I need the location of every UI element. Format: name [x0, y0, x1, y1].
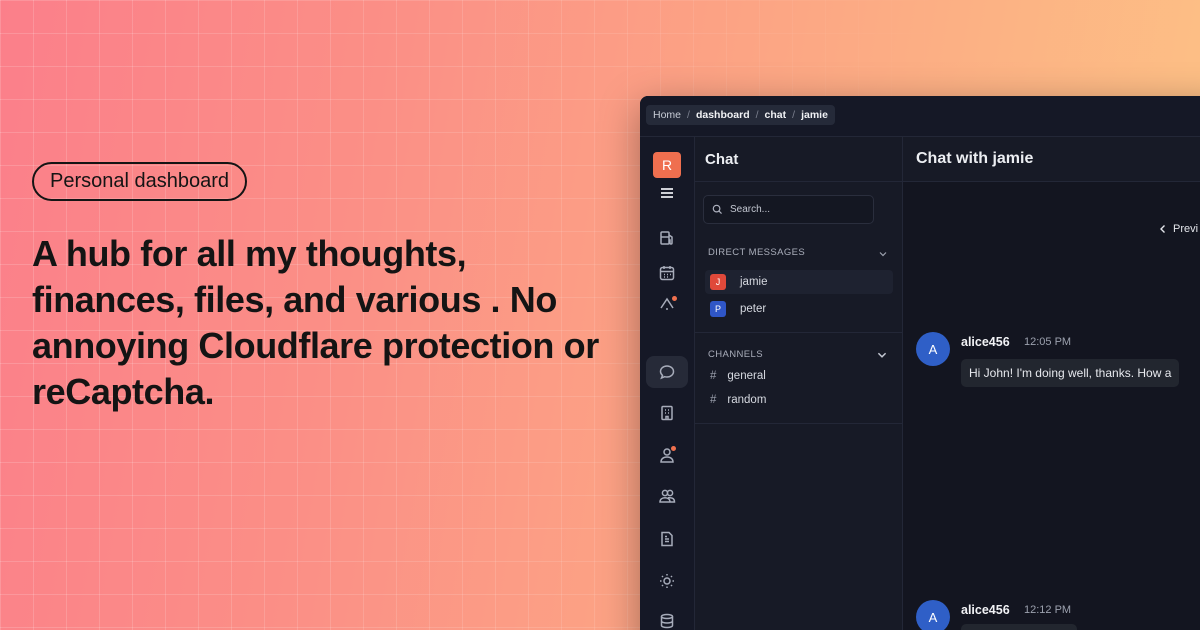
- database-icon[interactable]: [646, 605, 688, 630]
- sidebar-title: Chat: [695, 137, 902, 182]
- message-time: 12:05 PM: [1024, 336, 1072, 348]
- icon-rail: R: [640, 137, 695, 630]
- chevron-left-icon: [1160, 225, 1165, 233]
- fuel-icon[interactable]: [646, 222, 688, 254]
- breadcrumb-separator: /: [755, 109, 759, 121]
- sun-icon[interactable]: [646, 565, 688, 597]
- users-icon[interactable]: [646, 480, 688, 512]
- search-icon: [712, 204, 722, 214]
- message-bubble: [961, 624, 1077, 630]
- channel-item-general[interactable]: # general: [710, 370, 766, 382]
- top-bar: Home / dashboard / chat / jamie: [640, 96, 1200, 137]
- search-placeholder: Search...: [730, 204, 771, 215]
- dm-name: jamie: [740, 276, 768, 288]
- user-icon[interactable]: [646, 439, 688, 471]
- chevron-down-icon[interactable]: [878, 249, 888, 259]
- dm-avatar: P: [710, 301, 726, 317]
- workspace-avatar[interactable]: R: [653, 152, 681, 178]
- breadcrumb-separator: /: [792, 109, 796, 121]
- channel-name: general: [727, 370, 766, 382]
- chevron-down-icon[interactable]: [876, 349, 888, 361]
- dm-item-jamie[interactable]: J jamie: [705, 270, 893, 294]
- dm-avatar: J: [710, 274, 726, 290]
- chat-title: Chat with jamie: [903, 137, 1200, 182]
- tag-pill: Personal dashboard: [32, 162, 248, 201]
- message-bubble: Hi John! I'm doing well, thanks. How a: [961, 359, 1180, 387]
- hash-icon: #: [710, 370, 717, 382]
- message-time: 12:12 PM: [1024, 604, 1072, 616]
- message-author[interactable]: alice456: [961, 335, 1010, 349]
- user-alert-dot: [671, 446, 676, 451]
- dm-name: peter: [740, 303, 767, 315]
- channels-title: CHANNELS: [708, 349, 763, 360]
- breadcrumb-home[interactable]: Home: [653, 109, 681, 121]
- breadcrumb: Home / dashboard / chat / jamie: [646, 105, 835, 125]
- calendar-icon[interactable]: [646, 257, 688, 289]
- breadcrumb-jamie[interactable]: jamie: [801, 109, 828, 121]
- direct-messages-title: DIRECT MESSAGES: [708, 247, 806, 258]
- channel-item-random[interactable]: # random: [710, 394, 766, 406]
- avatar[interactable]: A: [916, 600, 950, 630]
- chat-main: Chat with jamie Previ A alice456 12:05 P…: [903, 137, 1200, 630]
- notification-icon[interactable]: [646, 287, 688, 319]
- menu-icon[interactable]: [646, 177, 688, 209]
- channel-name: random: [727, 394, 767, 406]
- section-divider: [695, 332, 902, 333]
- building-icon[interactable]: [646, 397, 688, 429]
- notification-dot: [672, 296, 677, 301]
- hash-icon: #: [710, 394, 717, 406]
- previous-button[interactable]: Previ: [1159, 223, 1198, 235]
- message-author[interactable]: alice456: [961, 603, 1010, 617]
- avatar[interactable]: A: [916, 332, 950, 366]
- section-divider: [695, 423, 902, 424]
- document-icon[interactable]: [646, 523, 688, 555]
- hero: Personal dashboard A hub for all my thou…: [32, 162, 622, 415]
- headline: A hub for all my thoughts, finances, fil…: [32, 233, 599, 412]
- search-input[interactable]: Search...: [703, 195, 874, 224]
- app-window: Home / dashboard / chat / jamie R Chat S…: [640, 96, 1200, 630]
- previous-label: Previ: [1173, 223, 1199, 235]
- breadcrumb-separator: /: [687, 109, 690, 121]
- breadcrumb-chat[interactable]: chat: [765, 109, 787, 121]
- breadcrumb-dashboard[interactable]: dashboard: [696, 109, 750, 121]
- chat-icon[interactable]: [646, 356, 688, 388]
- chat-sidebar: Chat Search... DIRECT MESSAGES J jamie P…: [695, 137, 903, 630]
- dm-item-peter[interactable]: P peter: [705, 297, 893, 321]
